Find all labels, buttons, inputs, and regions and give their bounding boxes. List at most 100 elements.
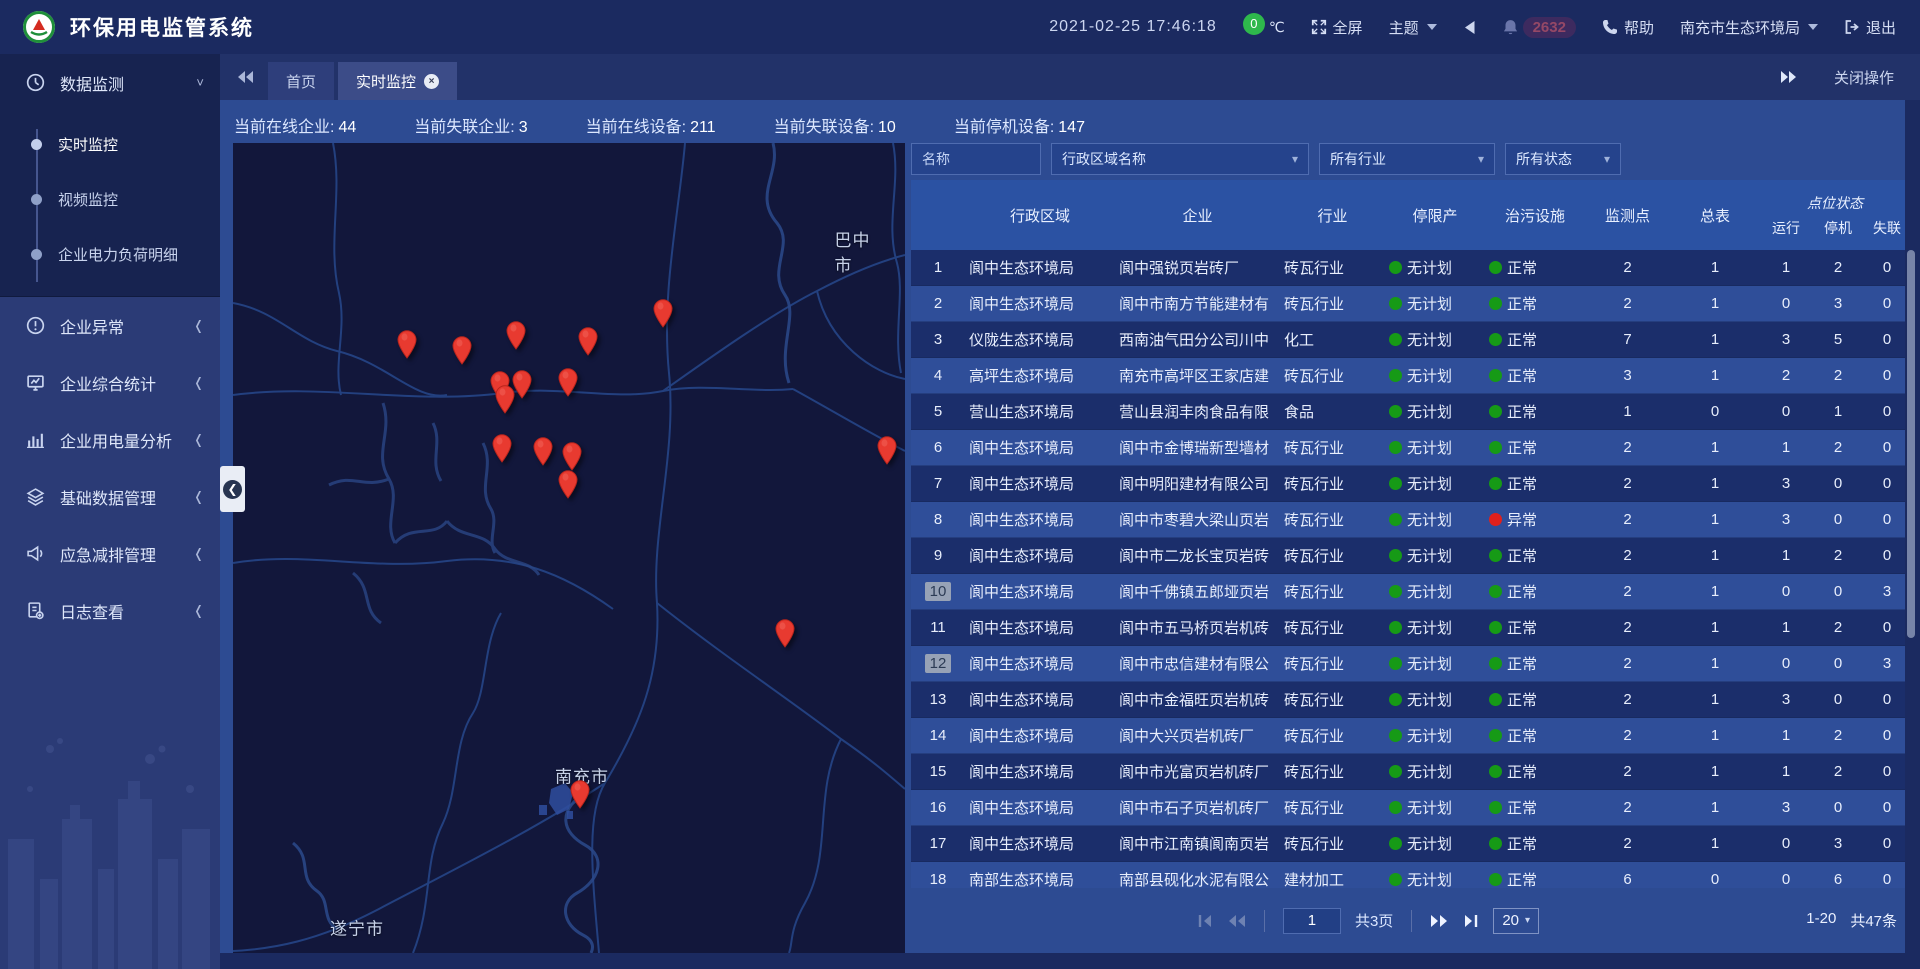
table-row-1[interactable]: 1阆中生态环境局阆中强锐页岩砖厂砖瓦行业无计划正常21120 xyxy=(911,250,1905,286)
table-row-14[interactable]: 14阆中生态环境局阆中大兴页岩机砖厂砖瓦行业无计划正常21120 xyxy=(911,718,1905,754)
map-pin-4[interactable] xyxy=(651,298,675,328)
scrollbar-thumb[interactable] xyxy=(1907,250,1915,638)
submenu-item-2[interactable]: 企业电力负荷明细 xyxy=(0,227,220,282)
sidebar-item-6[interactable]: 日志查看❬ xyxy=(0,582,220,639)
chevron-down-icon xyxy=(1808,24,1818,30)
cell-lost-count: 0 xyxy=(1864,610,1905,645)
industry-filter-select[interactable]: 所有行业 ▾ xyxy=(1319,143,1495,175)
sidebar-item-5[interactable]: 应急减排管理❬ xyxy=(0,525,220,582)
sidebar-item-2[interactable]: 企业综合统计❬ xyxy=(0,354,220,411)
status-filter-select[interactable]: 所有状态 ▾ xyxy=(1505,143,1621,175)
cell-run-count: 0 xyxy=(1760,394,1812,429)
next-page-button[interactable] xyxy=(1430,914,1449,928)
cell-lost-count: 3 xyxy=(1864,646,1905,681)
cell-monitor-count: 2 xyxy=(1585,286,1670,321)
cell-monitor-count: 2 xyxy=(1585,646,1670,681)
table-row-10[interactable]: 10阆中生态环境局阆中千佛镇五郎垭页岩砖瓦行业无计划正常21003 xyxy=(911,574,1905,610)
cell-facility-status: 正常 xyxy=(1485,538,1585,573)
cell-region: 阆中生态环境局 xyxy=(965,682,1115,717)
status-dot-green xyxy=(1389,837,1402,850)
cell-monitor-count: 6 xyxy=(1585,862,1670,888)
region-filter-select[interactable]: 行政区域名称 ▾ xyxy=(1051,143,1309,175)
table-row-9[interactable]: 9阆中生态环境局阆中市二龙长宝页岩砖砖瓦行业无计划正常21120 xyxy=(911,538,1905,574)
map-pin-9[interactable] xyxy=(490,433,514,463)
cell-lost-count: 0 xyxy=(1864,250,1905,285)
map-pin-11[interactable] xyxy=(560,441,584,471)
submenu-item-1[interactable]: 视频监控 xyxy=(0,172,220,227)
cell-run-count: 3 xyxy=(1760,682,1812,717)
content-area: 当前在线企业:44当前失联企业:3当前在线设备:211当前失联设备:10当前停机… xyxy=(220,100,1905,953)
table-row-11[interactable]: 11阆中生态环境局阆中市五马桥页岩机砖砖瓦行业无计划正常21120 xyxy=(911,610,1905,646)
table-row-6[interactable]: 6阆中生态环境局阆中市金博瑞新型墙材砖瓦行业无计划正常21120 xyxy=(911,430,1905,466)
column-header-point-status-group: 点位状态 xyxy=(1760,180,1910,215)
cell-stop-count: 0 xyxy=(1812,682,1864,717)
name-filter-input[interactable] xyxy=(911,143,1041,175)
map-pin-8[interactable] xyxy=(493,384,517,414)
map-pin-14[interactable] xyxy=(773,618,797,648)
prev-page-button[interactable] xyxy=(1227,914,1246,928)
cell-run-count: 1 xyxy=(1760,538,1812,573)
tab-1[interactable]: 实时监控× xyxy=(338,62,457,100)
table-row-4[interactable]: 4高坪生态环境局南充市高坪区王家店建砖瓦行业无计划正常31220 xyxy=(911,358,1905,394)
theme-dropdown[interactable]: 主题 xyxy=(1389,17,1437,38)
status-dot-green xyxy=(1389,585,1402,598)
status-dot-green xyxy=(1389,477,1402,490)
fullscreen-button[interactable]: 全屏 xyxy=(1311,17,1363,38)
org-dropdown[interactable]: 南充市生态环境局 xyxy=(1680,17,1818,38)
table-row-13[interactable]: 13阆中生态环境局阆中市金福旺页岩机砖砖瓦行业无计划正常21300 xyxy=(911,682,1905,718)
logout-button[interactable]: 退出 xyxy=(1844,17,1896,38)
sidebar-collapse-handle[interactable]: ❮ xyxy=(220,466,245,512)
table-row-17[interactable]: 17阆中生态环境局阆中市江南镇阆南页岩砖瓦行业无计划正常21030 xyxy=(911,826,1905,862)
first-page-button[interactable] xyxy=(1197,914,1213,928)
close-icon[interactable]: × xyxy=(424,74,439,89)
status-dot-green xyxy=(1489,261,1502,274)
sidebar-item-0[interactable]: 数据监测˅ xyxy=(0,54,220,111)
sidebar-item-1[interactable]: 企业异常❬ xyxy=(0,297,220,354)
map-pin-7[interactable] xyxy=(556,367,580,397)
chevron-left-icon: ❬ xyxy=(193,546,204,562)
table-row-5[interactable]: 5营山生态环境局营山县润丰肉食品有限食品无计划正常10010 xyxy=(911,394,1905,430)
map-pin-1[interactable] xyxy=(450,335,474,365)
last-page-button[interactable] xyxy=(1463,914,1479,928)
cell-lost-count: 0 xyxy=(1864,826,1905,861)
sidebar-item-3[interactable]: 企业用电量分析❬ xyxy=(0,411,220,468)
submenu-item-0[interactable]: 实时监控 xyxy=(0,117,220,172)
monitoring-map[interactable]: 巴中市南充市遂宁市 xyxy=(233,143,905,953)
map-pin-10[interactable] xyxy=(531,436,555,466)
cell-monitor-count: 2 xyxy=(1585,466,1670,501)
mute-speaker-button[interactable] xyxy=(1463,20,1476,35)
table-row-16[interactable]: 16阆中生态环境局阆中市石子页岩机砖厂砖瓦行业无计划正常21300 xyxy=(911,790,1905,826)
table-row-12[interactable]: 12阆中生态环境局阆中市忠信建材有限公砖瓦行业无计划正常21003 xyxy=(911,646,1905,682)
map-pin-2[interactable] xyxy=(504,320,528,350)
table-row-2[interactable]: 2阆中生态环境局阆中市南方节能建材有砖瓦行业无计划正常21030 xyxy=(911,286,1905,322)
current-page-input[interactable]: 1 xyxy=(1283,908,1341,934)
tabs-scroll-right-button[interactable] xyxy=(1780,70,1798,84)
notifications-button[interactable]: 2632 xyxy=(1502,17,1576,38)
cell-run-count: 1 xyxy=(1760,610,1812,645)
table-row-8[interactable]: 8阆中生态环境局阆中市枣碧大梁山页岩砖瓦行业无计划异常21300 xyxy=(911,502,1905,538)
table-row-15[interactable]: 15阆中生态环境局阆中市光富页岩机砖厂砖瓦行业无计划正常21120 xyxy=(911,754,1905,790)
cell-region: 阆中生态环境局 xyxy=(965,718,1115,753)
cell-stop-count: 2 xyxy=(1812,754,1864,789)
table-row-18[interactable]: 18南部生态环境局南部县砚化水泥有限公建材加工无计划正常60060 xyxy=(911,862,1905,888)
cell-stop-count: 1 xyxy=(1812,394,1864,429)
sidebar-item-4[interactable]: 基础数据管理❬ xyxy=(0,468,220,525)
help-button[interactable]: 帮助 xyxy=(1602,17,1654,38)
cell-stop-count: 0 xyxy=(1812,466,1864,501)
close-operations-button[interactable]: 关闭操作 xyxy=(1834,67,1894,88)
page-size-select[interactable]: 20 ▾ xyxy=(1493,908,1539,934)
table-row-3[interactable]: 3仪陇生态环境局西南油气田分公司川中化工无计划正常71350 xyxy=(911,322,1905,358)
cell-total-meter: 1 xyxy=(1670,466,1760,501)
tab-0[interactable]: 首页 xyxy=(268,62,334,100)
map-pin-0[interactable] xyxy=(395,329,419,359)
map-pin-15[interactable] xyxy=(568,779,592,809)
tabs-scroll-left-button[interactable] xyxy=(236,70,254,84)
cell-company: 阆中市石子页岩机砖厂 xyxy=(1115,790,1280,825)
table-row-7[interactable]: 7阆中生态环境局阆中明阳建材有限公司砖瓦行业无计划正常21300 xyxy=(911,466,1905,502)
map-pin-3[interactable] xyxy=(576,326,600,356)
map-pin-12[interactable] xyxy=(556,469,580,499)
tab-label: 首页 xyxy=(286,71,316,92)
map-pin-13[interactable] xyxy=(875,435,899,465)
cell-region: 阆中生态环境局 xyxy=(965,466,1115,501)
cell-stop-count: 3 xyxy=(1812,826,1864,861)
